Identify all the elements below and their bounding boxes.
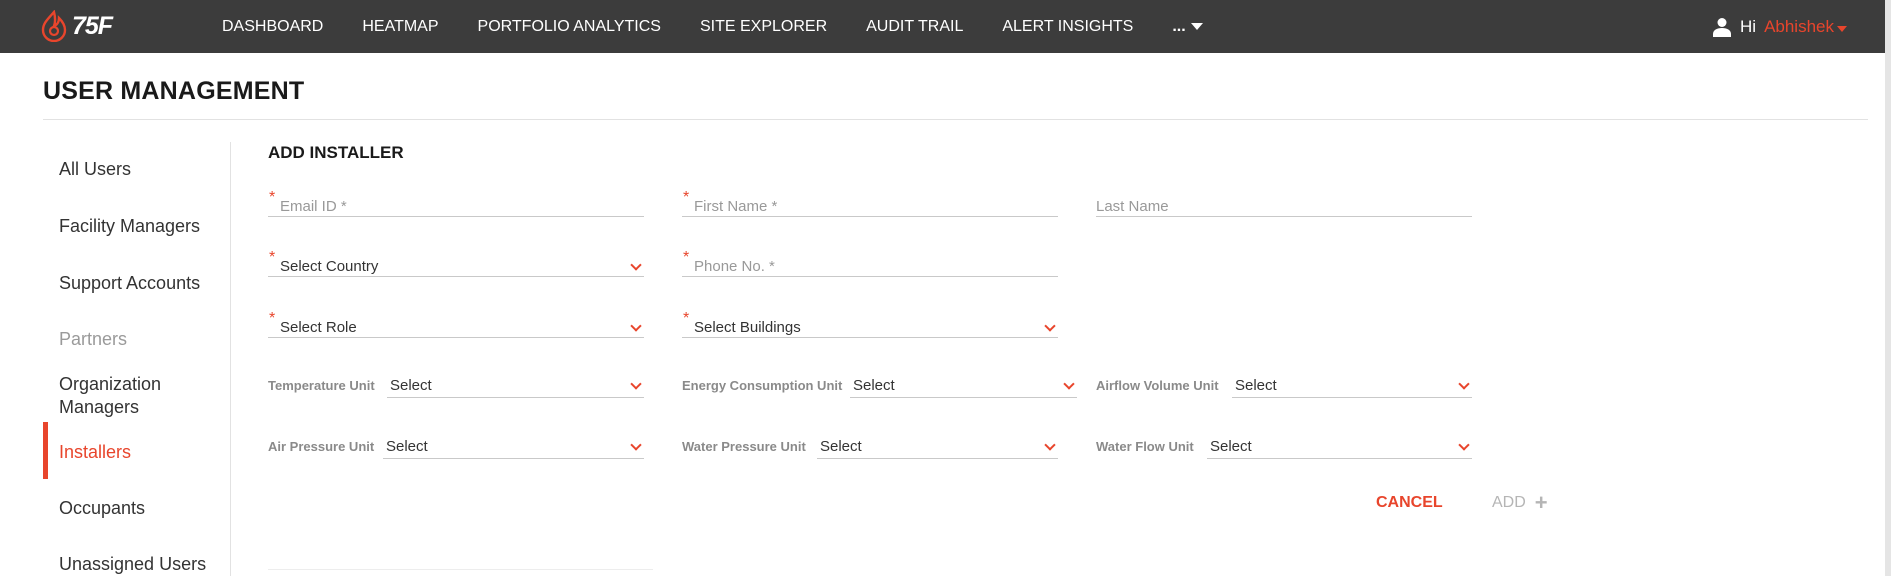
user-name: Abhishek — [1764, 16, 1834, 36]
water-flow-unit-select[interactable]: Select — [1207, 433, 1472, 459]
logo-text: 75F — [72, 11, 113, 40]
chevron-down-icon — [630, 378, 642, 390]
nav-more-label: ... — [1172, 17, 1186, 35]
required-marker: * — [269, 249, 276, 266]
chevron-down-icon — [1458, 378, 1470, 390]
country-select[interactable]: * Select Country — [268, 247, 644, 277]
required-marker: * — [683, 249, 690, 266]
sidebar-item-unassigned-users[interactable]: Unassigned Users — [59, 553, 206, 576]
title-divider — [43, 119, 1868, 120]
user-menu[interactable]: Hi Abhishek — [1713, 0, 1847, 53]
water-flow-unit-label: Water Flow Unit — [1096, 439, 1194, 454]
role-value: Select Role — [280, 319, 357, 336]
buildings-value: Select Buildings — [694, 319, 801, 336]
user-greeting: Hi — [1740, 16, 1757, 36]
chevron-down-icon — [1063, 378, 1075, 390]
caret-down-icon — [1190, 23, 1203, 30]
chevron-down-icon — [1044, 320, 1056, 332]
phone-placeholder: Phone No. * — [694, 258, 775, 275]
form-title: ADD INSTALLER — [268, 143, 404, 162]
sidebar-item-facility-managers[interactable]: Facility Managers — [59, 215, 200, 238]
email-field[interactable]: * Email ID * — [268, 187, 644, 217]
chevron-down-icon — [630, 439, 642, 451]
plus-icon: + — [1534, 490, 1548, 515]
water-pressure-unit-value: Select — [820, 438, 862, 455]
chevron-down-icon — [630, 320, 642, 332]
airflow-unit-value: Select — [1235, 377, 1277, 394]
sidebar-item-occupants[interactable]: Occupants — [59, 497, 145, 520]
cancel-button[interactable]: CANCEL — [1376, 494, 1443, 512]
air-pressure-unit-value: Select — [386, 438, 428, 455]
nav-audit-trail[interactable]: AUDIT TRAIL — [866, 18, 963, 36]
page-title: USER MANAGEMENT — [43, 77, 305, 105]
role-select[interactable]: * Select Role — [268, 308, 644, 338]
air-pressure-unit-label: Air Pressure Unit — [268, 439, 375, 454]
nav-dashboard[interactable]: DASHBOARD — [222, 18, 323, 36]
sidebar-item-organization-managers[interactable]: Organization Managers — [59, 373, 209, 419]
first-name-field[interactable]: * First Name * — [682, 187, 1058, 217]
required-marker: * — [683, 310, 690, 327]
last-name-field[interactable]: Last Name — [1096, 187, 1472, 217]
sidebar-item-partners[interactable]: Partners — [59, 328, 127, 351]
app-logo[interactable]: 75F — [40, 9, 113, 43]
energy-unit-select[interactable]: Select — [850, 372, 1077, 398]
airflow-unit-label: Airflow Volume Unit — [1096, 378, 1219, 393]
energy-unit-value: Select — [853, 377, 895, 394]
user-caret-down-icon — [1837, 25, 1847, 32]
add-button[interactable]: ADD + — [1492, 490, 1548, 515]
sidebar-item-all-users[interactable]: All Users — [59, 158, 131, 181]
add-button-label: ADD — [1492, 494, 1526, 511]
phone-field[interactable]: * Phone No. * — [682, 247, 1058, 277]
air-pressure-unit-select[interactable]: Select — [383, 433, 644, 459]
water-flow-unit-value: Select — [1210, 438, 1252, 455]
energy-unit-label: Energy Consumption Unit — [682, 378, 843, 393]
nav-portfolio-analytics[interactable]: PORTFOLIO ANALYTICS — [478, 18, 661, 36]
chevron-down-icon — [1458, 439, 1470, 451]
water-pressure-unit-select[interactable]: Select — [817, 433, 1058, 459]
email-placeholder: Email ID * — [280, 198, 347, 215]
sidebar-active-indicator — [43, 422, 48, 479]
required-marker: * — [269, 310, 276, 327]
chevron-down-icon — [1044, 439, 1056, 451]
nav-heatmap[interactable]: HEATMAP — [362, 18, 438, 36]
buildings-select[interactable]: * Select Buildings — [682, 308, 1058, 338]
user-icon — [1713, 17, 1731, 37]
required-marker: * — [269, 189, 276, 206]
country-value: Select Country — [280, 258, 379, 275]
top-navigation-bar: 75F DASHBOARD HEATMAP PORTFOLIO ANALYTIC… — [0, 0, 1891, 53]
nav-site-explorer[interactable]: SITE EXPLORER — [700, 18, 827, 36]
temperature-unit-label: Temperature Unit — [268, 378, 375, 393]
temperature-unit-select[interactable]: Select — [387, 372, 644, 398]
first-name-placeholder: First Name * — [694, 198, 778, 215]
nav-more-menu[interactable]: ... — [1172, 17, 1203, 36]
nav-alert-insights[interactable]: ALERT INSIGHTS — [1002, 18, 1133, 36]
last-name-placeholder: Last Name — [1096, 198, 1169, 215]
page-scrollbar[interactable] — [1885, 0, 1891, 576]
next-section-divider — [268, 569, 653, 570]
sidebar-item-support-accounts[interactable]: Support Accounts — [59, 272, 200, 295]
airflow-unit-select[interactable]: Select — [1232, 372, 1472, 398]
sidebar-item-installers[interactable]: Installers — [59, 441, 131, 464]
sidebar-divider — [230, 142, 231, 576]
temperature-unit-value: Select — [390, 377, 432, 394]
flame-logo-icon — [41, 10, 67, 42]
chevron-down-icon — [630, 259, 642, 271]
main-nav: DASHBOARD HEATMAP PORTFOLIO ANALYTICS SI… — [222, 0, 1203, 53]
required-marker: * — [683, 189, 690, 206]
water-pressure-unit-label: Water Pressure Unit — [682, 439, 806, 454]
